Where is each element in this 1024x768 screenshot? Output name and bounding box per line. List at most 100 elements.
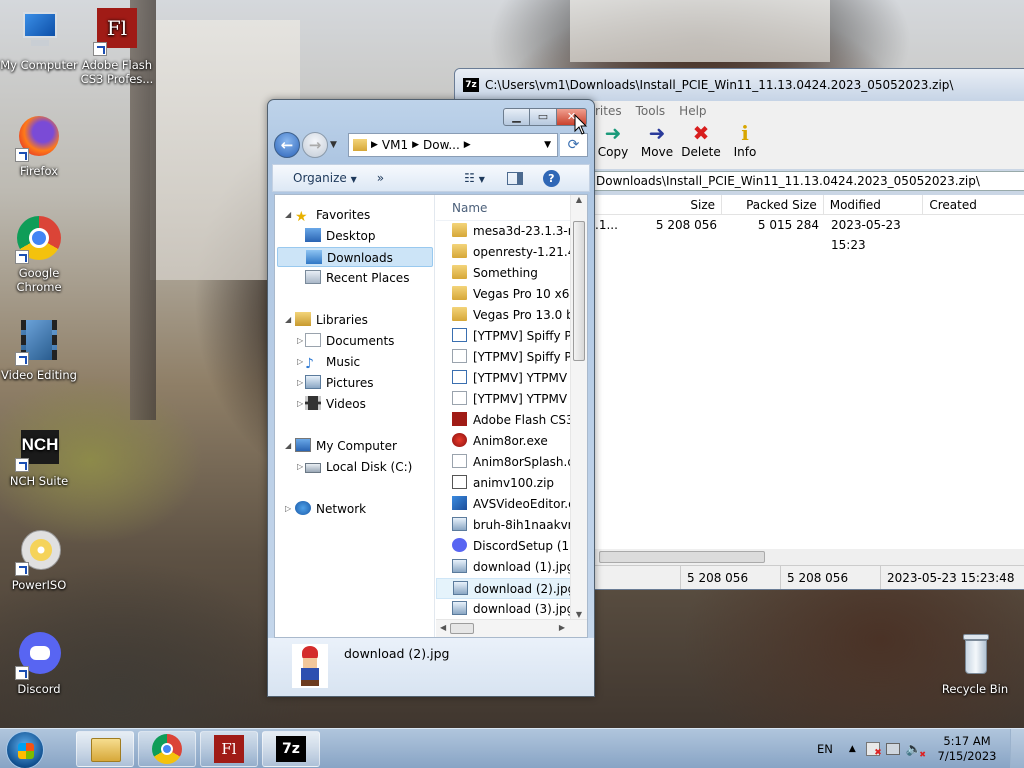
monitor-icon bbox=[15, 8, 63, 56]
breadcrumb-dropdown-icon[interactable]: ▼ bbox=[544, 140, 551, 150]
column-name[interactable]: Name bbox=[436, 195, 587, 221]
maximize-button[interactable]: ▭ bbox=[530, 108, 557, 126]
flash-icon: Fl bbox=[214, 735, 244, 763]
list-item[interactable]: [YTPMV] YTPMV L bbox=[436, 368, 587, 389]
breadcrumb-vm1[interactable]: VM1 bbox=[382, 138, 408, 152]
list-item[interactable]: Anim8or.exe bbox=[436, 431, 587, 452]
menu-tools[interactable]: Tools bbox=[636, 101, 666, 121]
scroll-right-icon[interactable]: ▶ bbox=[559, 623, 565, 632]
column-created[interactable]: Created bbox=[923, 195, 1024, 214]
nav-local-disk[interactable]: Local Disk (C:) bbox=[305, 457, 412, 477]
list-item[interactable]: Something bbox=[436, 263, 587, 284]
copy-button[interactable]: ➜ Copy bbox=[591, 121, 635, 169]
preview-pane-icon[interactable] bbox=[506, 171, 523, 185]
info-button[interactable]: i Info bbox=[723, 121, 767, 169]
desktop-icon-video-editing[interactable]: Video Editing bbox=[0, 318, 78, 382]
taskbar-flash-button[interactable]: Fl bbox=[200, 731, 258, 767]
volume-muted-icon[interactable]: 🔈 ✖ bbox=[906, 742, 926, 759]
scroll-left-icon[interactable]: ◀ bbox=[440, 623, 446, 632]
list-item[interactable]: animv100.zip bbox=[436, 473, 587, 494]
menu-favorites[interactable]: rites bbox=[595, 101, 622, 121]
show-hidden-icons-icon[interactable]: ▲ bbox=[849, 744, 856, 754]
taskbar-explorer-button[interactable] bbox=[76, 731, 134, 767]
breadcrumb[interactable]: ▶ VM1 ▶ Dow... ▶ ▼ bbox=[348, 133, 558, 157]
list-item[interactable]: Vegas Pro 13.0 bui bbox=[436, 305, 587, 326]
list-item[interactable]: mesa3d-23.1.3-rele bbox=[436, 221, 587, 242]
list-item[interactable]: download (3).jpg bbox=[436, 599, 587, 620]
scrollbar-thumb[interactable] bbox=[573, 221, 585, 361]
sevenzip-address-text: Downloads\Install_PCIE_Win11_11.13.0424.… bbox=[596, 174, 980, 188]
nav-network[interactable]: Network bbox=[295, 499, 366, 519]
more-commands-button[interactable]: » bbox=[377, 171, 384, 185]
scrollbar-thumb[interactable] bbox=[450, 623, 474, 634]
scroll-down-icon[interactable]: ▼ bbox=[571, 610, 587, 619]
desktop-icon-recycle-bin[interactable]: Recycle Bin bbox=[936, 632, 1014, 696]
minimize-button[interactable]: ▁ bbox=[503, 108, 530, 126]
nav-documents[interactable]: Documents bbox=[305, 331, 394, 351]
list-item[interactable]: Vegas Pro 10 x64 C bbox=[436, 284, 587, 305]
list-item[interactable]: [YTPMV] Spiffy Pic bbox=[436, 347, 587, 368]
help-icon[interactable]: ? bbox=[542, 169, 560, 187]
list-item[interactable]: openresty-1.21.4.2 bbox=[436, 242, 587, 263]
view-options-button[interactable]: ☷ ▼ bbox=[464, 171, 485, 185]
nav-my-computer[interactable]: My Computer bbox=[295, 436, 397, 456]
horizontal-scrollbar[interactable]: ◀ ▶ bbox=[436, 619, 587, 637]
action-center-icon[interactable]: ✖ bbox=[865, 742, 882, 758]
nav-videos[interactable]: Videos bbox=[305, 394, 366, 414]
taskbar-7zip-button[interactable]: 7z bbox=[262, 731, 320, 767]
vertical-scrollbar[interactable]: ▲ ▼ bbox=[570, 195, 587, 619]
delete-button[interactable]: ✖ Delete bbox=[679, 121, 723, 169]
chrome-icon bbox=[15, 216, 63, 264]
desktop-icon-adobe-flash[interactable]: Fl Adobe Flash CS3 Profes... bbox=[78, 8, 156, 86]
delete-x-icon: ✖ bbox=[692, 121, 710, 145]
taskbar-chrome-button[interactable] bbox=[138, 731, 196, 767]
menu-help[interactable]: Help bbox=[679, 101, 706, 121]
list-item[interactable]: [YTPMV] YTPMV L bbox=[436, 389, 587, 410]
nav-music[interactable]: ♪ Music bbox=[305, 352, 360, 372]
avs-editor-icon bbox=[452, 496, 467, 510]
recent-pages-dropdown-icon[interactable]: ▼ bbox=[330, 140, 340, 150]
network-status-icon[interactable] bbox=[885, 743, 900, 755]
mouse-cursor-icon bbox=[574, 114, 588, 135]
list-item[interactable]: Anim8orSplash.dll bbox=[436, 452, 587, 473]
list-item[interactable]: bruh-8ih1naakvnb bbox=[436, 515, 587, 536]
organize-button[interactable]: Organize ▼ bbox=[293, 171, 357, 185]
desktop-icon-discord[interactable]: Discord bbox=[0, 632, 78, 696]
desktop-icon-firefox[interactable]: Firefox bbox=[0, 114, 78, 178]
list-item[interactable]: AVSVideoEditor.ex bbox=[436, 494, 587, 515]
list-item[interactable]: download (2).jpg bbox=[436, 578, 587, 599]
column-size[interactable]: Size bbox=[622, 195, 723, 214]
start-button[interactable] bbox=[6, 731, 44, 768]
scroll-up-icon[interactable]: ▲ bbox=[571, 195, 587, 209]
desktop-icon-poweriso[interactable]: PowerISO bbox=[0, 528, 78, 592]
document-icon bbox=[452, 349, 467, 363]
nav-favorites[interactable]: ★ Favorites bbox=[295, 205, 370, 225]
column-modified[interactable]: Modified bbox=[824, 195, 924, 214]
column-packed-size[interactable]: Packed Size bbox=[722, 195, 824, 214]
breadcrumb-downloads[interactable]: Dow... bbox=[423, 138, 460, 152]
nav-recent-places[interactable]: Recent Places bbox=[305, 268, 409, 288]
nav-pictures[interactable]: Pictures bbox=[305, 373, 374, 393]
list-item[interactable]: [YTPMV] Spiffy Pic bbox=[436, 326, 587, 347]
clock[interactable]: 5:17 AM 7/15/2023 bbox=[934, 734, 1000, 764]
desktop-icon-chrome[interactable]: Google Chrome bbox=[0, 216, 78, 294]
list-item[interactable]: Adobe Flash CS3 S bbox=[436, 410, 587, 431]
nav-desktop[interactable]: Desktop bbox=[305, 226, 376, 246]
nav-libraries[interactable]: Libraries bbox=[295, 310, 368, 330]
language-indicator[interactable]: EN bbox=[817, 742, 833, 756]
folder-icon bbox=[452, 244, 467, 258]
nav-downloads[interactable]: Downloads bbox=[277, 247, 433, 267]
forward-button[interactable]: → bbox=[302, 132, 328, 158]
list-item[interactable]: DiscordSetup (1).e bbox=[436, 536, 587, 557]
show-desktop-button[interactable] bbox=[1010, 729, 1024, 768]
list-item[interactable]: download (1).jpg bbox=[436, 557, 587, 578]
desktop-icon-nch-suite[interactable]: NCH NCH Suite bbox=[0, 424, 78, 488]
file-list[interactable]: Name mesa3d-23.1.3-rele openresty-1.21.4… bbox=[436, 195, 587, 637]
sevenzip-titlebar[interactable]: 7z C:\Users\vm1\Downloads\Install_PCIE_W… bbox=[455, 69, 1024, 101]
refresh-button[interactable]: ⟳ bbox=[560, 133, 588, 157]
network-icon bbox=[295, 501, 311, 515]
move-button[interactable]: ➜ Move bbox=[635, 121, 679, 169]
back-button[interactable]: ← bbox=[274, 132, 300, 158]
explorer-window[interactable]: ▁ ▭ ✕ ← → ▼ ▶ VM1 ▶ Dow... ▶ ▼ ⟳ Organiz… bbox=[267, 99, 595, 697]
desktop-icon-my-computer[interactable]: My Computer bbox=[0, 8, 78, 72]
